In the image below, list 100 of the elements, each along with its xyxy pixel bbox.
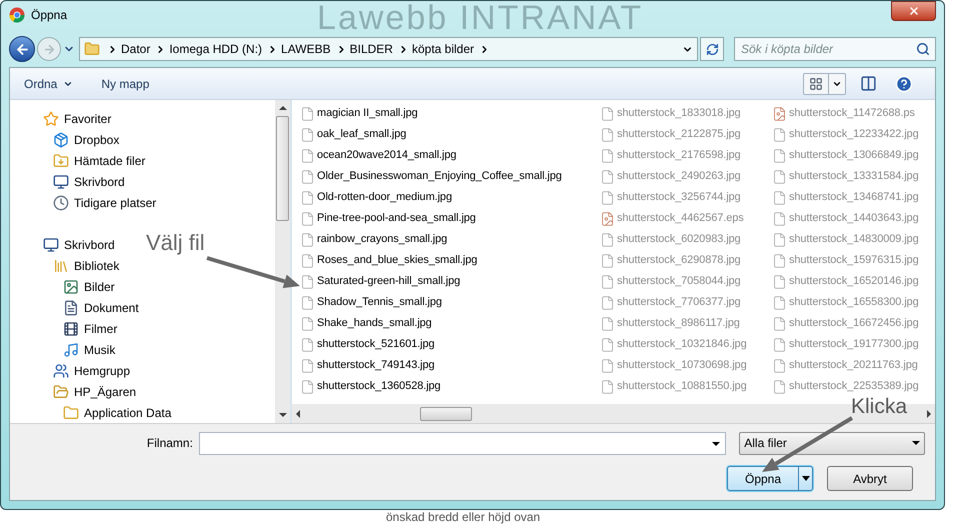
help-icon[interactable] [895,74,913,92]
file-icon [300,210,315,226]
file-icon [300,106,315,122]
file-icon [600,232,615,248]
close-button[interactable] [891,1,936,21]
file-item[interactable]: shutterstock_1360528.jpg [317,378,441,395]
folder-icon [84,41,100,57]
nav-item[interactable]: Application Data [84,404,172,422]
file-icon [600,336,615,352]
file-icon [772,378,787,394]
nav-item[interactable]: Musik [84,340,116,358]
file-icon [772,190,787,206]
file-icon [300,336,315,352]
file-icon [600,148,615,164]
file-icon [772,294,787,310]
nav-item[interactable]: Tidigare platser [74,194,156,212]
nav-item[interactable]: Skrivbord [64,236,115,254]
file-icon [772,210,787,226]
film-icon [63,320,79,336]
scroll-right-icon[interactable] [927,410,931,418]
nav-item[interactable]: Favoriter [64,110,112,128]
search-field[interactable]: Sök i köpta bilder [734,37,936,61]
file-icon [600,294,615,310]
scroll-left-icon[interactable] [296,410,300,418]
open-split-button[interactable]: Öppna [727,466,813,491]
file-icon [300,378,315,394]
file-name-label: Filnamn: [146,435,193,452]
file-icon [300,126,315,142]
organize-menu[interactable]: Ordna [24,72,74,96]
file-icon [600,126,615,142]
file-icon [600,190,615,206]
file-icon [300,148,315,164]
page-caption: önskad bredd eller höjd ovan [386,510,540,524]
dropdown-icon[interactable] [712,442,720,446]
grid-view-icon [809,76,823,90]
file-item[interactable]: ocean20wave2014_small.jpg [317,147,456,164]
file-icon [600,168,615,184]
refresh-button[interactable] [700,37,724,61]
nav-item[interactable]: Bibliotek [74,256,120,274]
download-folder-icon [53,152,69,168]
nav-item[interactable]: Dropbox [74,130,120,148]
image-file-icon [600,210,615,226]
view-options-button[interactable] [803,72,846,94]
breadcrumb[interactable]: LAWEBB [281,40,331,58]
breadcrumb[interactable]: Dator [121,40,150,58]
file-item[interactable]: oak_leaf_small.jpg [317,126,406,143]
window-title: Öppna [31,7,68,24]
file-icon [300,316,315,332]
file-item[interactable]: rainbow_crayons_small.jpg [317,231,448,248]
file-item[interactable]: shutterstock_749143.jpg [317,357,435,374]
file-item[interactable]: Saturated-green-hill_small.jpg [317,273,460,290]
cancel-button[interactable]: Avbryt [827,466,913,491]
file-icon [772,336,787,352]
breadcrumb[interactable]: BILDER [350,40,393,58]
breadcrumb[interactable]: köpta bilder [412,40,474,58]
nav-item[interactable]: Skrivbord [74,172,125,190]
file-item[interactable]: Shadow_Tennis_small.jpg [317,294,442,311]
user-folder-icon [53,384,69,400]
breadcrumb[interactable]: Iomega HDD (N:) [169,40,262,58]
file-item[interactable]: shutterstock_521601.jpg [317,336,435,353]
file-item[interactable]: Pine-tree-pool-and-sea_small.jpg [317,210,476,227]
vertical-scrollbar[interactable] [275,100,290,423]
forward-arrow-icon [42,42,56,56]
file-item[interactable]: magician II_small.jpg [317,105,418,122]
nav-item[interactable]: Bilder [84,278,115,296]
people-icon [53,362,69,378]
caret-icon [802,476,810,481]
file-name-field[interactable] [198,432,726,455]
file-icon [300,232,315,248]
file-icon [772,168,787,184]
back-button[interactable] [9,36,35,62]
dropdown-icon [912,441,920,445]
file-icon [300,252,315,268]
address-bar[interactable]: Dator Iomega HDD (N:) LAWEBB BILDER köpta bilder [79,37,698,61]
folder-icon [63,404,79,420]
file-item[interactable]: Roses_and_blue_skies_small.jpg [317,252,478,269]
file-icon [772,358,787,374]
file-icon [772,148,787,164]
document-icon [63,300,79,316]
file-icon [600,358,615,374]
box-icon [53,132,69,148]
scrollbar-thumb[interactable] [276,116,289,221]
nav-item[interactable]: Filmer [84,320,118,338]
file-item[interactable]: Old-rotten-door_medium.jpg [317,189,452,206]
file-item[interactable]: Shake_hands_small.jpg [317,315,432,332]
file-icon [600,106,615,122]
file-icon [772,274,787,290]
nav-item[interactable]: HP_Ägaren [74,382,136,400]
nav-item[interactable]: Dokument [84,298,139,316]
toolbar-button[interactable]: Ny mapp [101,72,150,96]
nav-item[interactable]: Hämtade filer [74,152,146,170]
nav-item[interactable]: Hemgrupp [74,362,130,380]
image-file-icon [772,106,787,122]
file-type-select[interactable]: Alla filer [739,432,925,454]
close-icon [908,5,920,17]
file-icon [300,358,315,374]
scrollbar-thumb[interactable] [420,406,472,420]
preview-pane-icon[interactable] [860,75,877,92]
file-icon [300,294,315,310]
file-item[interactable]: Older_Businesswoman_Enjoying_Coffee_small.jpg [317,168,562,185]
